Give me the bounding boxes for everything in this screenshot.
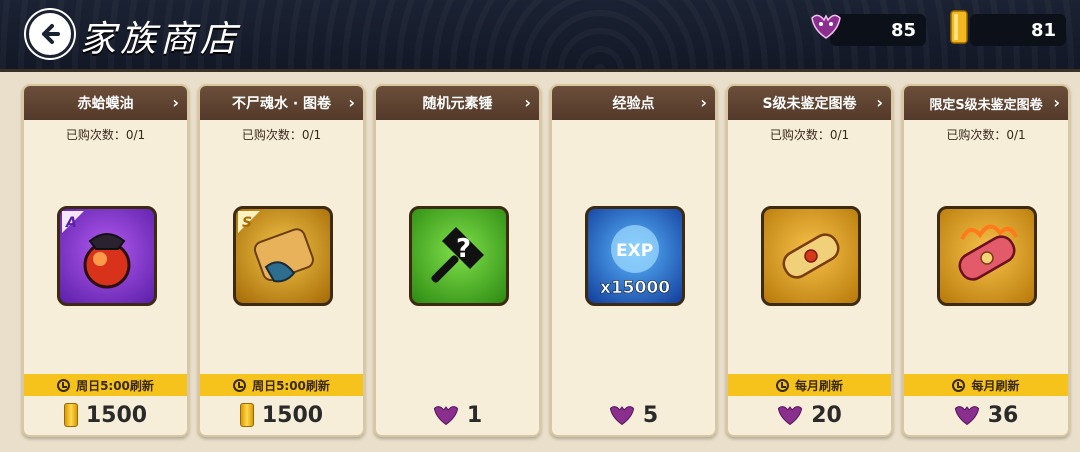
price-value: 36	[987, 402, 1019, 428]
gold-scroll-icon	[761, 206, 861, 306]
card-header: S级未鉴定图卷 ›	[728, 86, 891, 120]
shop-card-1[interactable]: 赤蛤蟆油 › 已购次数：0/1 A 周日5:00刷新 1500	[22, 84, 189, 437]
back-button[interactable]	[26, 10, 74, 58]
purchase-count: 已购次数：0/1	[65, 128, 146, 142]
clock-icon	[952, 378, 966, 392]
gold-amount: 81	[1030, 19, 1056, 41]
price-tag: 1500	[24, 400, 187, 430]
item-name: 经验点	[612, 96, 655, 112]
price-tag: 20	[728, 400, 891, 430]
price-tag: 36	[904, 400, 1068, 430]
purchase-count	[552, 126, 715, 142]
page-title: 家族商店	[80, 19, 241, 60]
shop-card-2[interactable]: 不尸魂水 · 图卷 › 已购次数：0/1 S 周日5:00刷新 1500	[198, 84, 365, 437]
shop-card-6[interactable]: 限定S级未鉴定图卷 › 已购次数：0/1 每月刷新 36	[902, 84, 1070, 437]
purchase-count: 已购次数：0/1	[241, 128, 322, 142]
refresh-text: 每月刷新	[971, 378, 1020, 393]
purchase-count: 已购次数：0/1	[946, 128, 1026, 142]
gold-ingot-icon	[239, 403, 254, 427]
refresh-banner: 每月刷新	[728, 374, 891, 396]
refresh-banner: 周日5:00刷新	[24, 374, 187, 396]
demon-mask-icon	[778, 406, 803, 426]
chevron-right-icon: ›	[348, 93, 355, 112]
price-tag: 1500	[200, 400, 363, 430]
demon-mask-icon	[954, 406, 979, 426]
price-value: 5	[642, 402, 659, 428]
price-tag: 1	[376, 400, 539, 430]
demon-mask-icon	[811, 14, 841, 39]
card-header: 赤蛤蟆油 ›	[24, 86, 187, 120]
item-name: 不尸魂水 · 图卷	[231, 96, 332, 112]
chevron-right-icon: ›	[700, 93, 707, 112]
scroll-icon: S	[233, 206, 333, 306]
purchase-count: 已购次数：0/1	[769, 128, 850, 142]
demon-mask-icon	[433, 406, 458, 426]
shop-card-3[interactable]: 随机元素锤 › ? 1	[374, 84, 541, 437]
exp-orb-icon: EXP x15000	[585, 206, 685, 306]
gold-ingot-icon	[63, 403, 78, 427]
refresh-text: 周日5:00刷新	[252, 378, 330, 393]
chevron-right-icon: ›	[524, 93, 531, 112]
refresh-banner: 周日5:00刷新	[200, 374, 363, 396]
card-header: 随机元素锤 ›	[376, 86, 539, 120]
shop-card-5[interactable]: S级未鉴定图卷 › 已购次数：0/1 每月刷新 20	[726, 84, 893, 437]
gold-ingot-icon	[950, 10, 968, 44]
clock-icon	[233, 378, 247, 392]
refresh-text: 每月刷新	[794, 378, 843, 393]
mystery-hammer-icon: ?	[409, 206, 509, 306]
chevron-right-icon: ›	[172, 93, 179, 112]
price-value: 1500	[85, 402, 148, 428]
svg-text:?: ?	[456, 234, 471, 264]
refresh-text: 周日5:00刷新	[76, 378, 154, 393]
shop-card-4[interactable]: 经验点 › EXP x15000 5	[550, 84, 717, 437]
clock-icon	[57, 378, 71, 392]
card-header: 限定S级未鉴定图卷 ›	[904, 86, 1068, 120]
purchase-count	[376, 126, 539, 142]
exp-quantity: x15000	[600, 278, 670, 298]
item-name: 随机元素锤	[422, 96, 493, 112]
item-name: 赤蛤蟆油	[77, 96, 134, 112]
currency-gold-counter: 81	[950, 10, 1066, 46]
price-tag: 5	[552, 400, 715, 430]
chevron-right-icon: ›	[876, 93, 883, 112]
exp-label: EXP	[616, 241, 653, 261]
demon-amount: 85	[890, 19, 916, 41]
card-header: 不尸魂水 · 图卷 ›	[200, 86, 363, 120]
price-value: 1	[466, 402, 483, 428]
clock-icon	[775, 378, 789, 392]
price-value: 1500	[261, 402, 324, 428]
back-arrow-icon	[42, 24, 60, 44]
refresh-banner: 每月刷新	[904, 374, 1068, 396]
fire-potion-icon: A	[57, 206, 157, 306]
price-value: 20	[811, 402, 842, 428]
currency-demon-counter: 85	[811, 14, 926, 46]
card-header: 经验点 ›	[552, 86, 715, 120]
rarity-badge: S	[242, 215, 252, 231]
chevron-right-icon: ›	[1053, 93, 1060, 112]
red-scroll-icon	[937, 206, 1037, 306]
demon-mask-icon	[609, 406, 634, 426]
item-name: S级未鉴定图卷	[762, 96, 857, 112]
rarity-badge: A	[65, 215, 77, 231]
item-name: 限定S级未鉴定图卷	[929, 97, 1043, 113]
